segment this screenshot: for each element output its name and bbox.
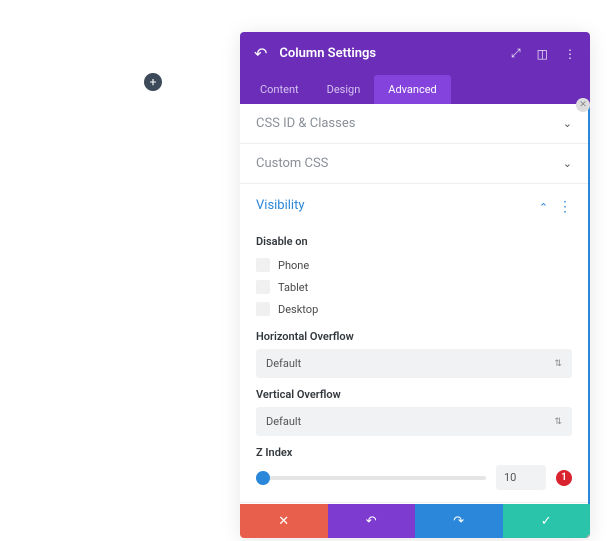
v-overflow-select[interactable]: Default ⇅ <box>256 407 572 436</box>
section-header-visibility[interactable]: Visibility ⌃ ⋮ <box>256 196 572 215</box>
checkbox-label: Desktop <box>278 303 318 316</box>
h-overflow-label: Horizontal Overflow <box>256 330 572 343</box>
tab-design[interactable]: Design <box>313 75 375 104</box>
select-value: Default <box>266 357 301 370</box>
checkbox-icon <box>256 280 270 294</box>
resize-handle[interactable] <box>578 526 590 538</box>
modal-body[interactable]: CSS ID & Classes ⌄ Custom CSS ⌄ Visibili… <box>240 104 590 504</box>
chevron-down-icon: ⌄ <box>563 157 572 170</box>
checkbox-icon <box>256 302 270 316</box>
chevron-up-icon: ⌃ <box>539 201 548 214</box>
checkbox-desktop[interactable]: Desktop <box>256 298 572 320</box>
z-index-slider[interactable] <box>256 476 486 480</box>
checkbox-tablet[interactable]: Tablet <box>256 276 572 298</box>
section-css-id: CSS ID & Classes ⌄ <box>240 104 588 144</box>
select-arrows-icon: ⇅ <box>554 417 562 427</box>
section-more-icon[interactable]: ⋮ <box>558 199 572 215</box>
section-header-css-id[interactable]: CSS ID & Classes ⌄ <box>256 116 572 131</box>
checkbox-label: Phone <box>278 259 309 272</box>
select-value: Default <box>266 415 301 428</box>
cancel-button[interactable]: ✕ <box>240 504 328 538</box>
section-label: Visibility <box>256 198 305 213</box>
back-icon[interactable]: ↶ <box>254 44 267 63</box>
undo-button[interactable]: ↶ <box>328 504 416 538</box>
annotation-badge: 1 <box>556 470 572 486</box>
disable-on-label: Disable on <box>256 235 572 248</box>
panel-icon[interactable]: ◫ <box>537 47 548 61</box>
visibility-content: Disable on Phone Tablet Desktop Horizont… <box>256 215 572 490</box>
modal-footer: ✕ ↶ ↷ ✓ <box>240 504 590 538</box>
tab-advanced[interactable]: Advanced <box>374 75 450 104</box>
checkbox-phone[interactable]: Phone <box>256 254 572 276</box>
h-overflow-select[interactable]: Default ⇅ <box>256 349 572 378</box>
slider-thumb[interactable] <box>256 471 270 485</box>
expand-icon[interactable]: ⤢ <box>511 46 521 61</box>
add-section-button[interactable]: + <box>144 73 162 91</box>
more-icon[interactable]: ⋮ <box>564 47 576 61</box>
z-index-input[interactable]: 10 <box>496 465 546 490</box>
section-custom-css: Custom CSS ⌄ <box>240 144 588 184</box>
save-button[interactable]: ✓ <box>503 504 591 538</box>
redo-button[interactable]: ↷ <box>415 504 503 538</box>
section-header-custom-css[interactable]: Custom CSS ⌄ <box>256 156 572 171</box>
section-label: CSS ID & Classes <box>256 116 355 131</box>
z-index-label: Z Index <box>256 446 572 459</box>
z-index-row: 10 1 <box>256 465 572 490</box>
modal-title: Column Settings <box>279 46 495 61</box>
modal-header: ↶ Column Settings ⤢ ◫ ⋮ <box>240 32 590 75</box>
section-visibility: Visibility ⌃ ⋮ Disable on Phone Tablet <box>240 184 588 503</box>
column-settings-modal: ✕ ↶ Column Settings ⤢ ◫ ⋮ Content Design… <box>240 32 590 538</box>
v-overflow-label: Vertical Overflow <box>256 388 572 401</box>
tab-content[interactable]: Content <box>246 75 313 104</box>
chevron-down-icon: ⌄ <box>563 117 572 130</box>
section-label: Custom CSS <box>256 156 328 171</box>
tab-bar: Content Design Advanced <box>240 75 590 104</box>
select-arrows-icon: ⇅ <box>554 359 562 369</box>
close-icon[interactable]: ✕ <box>576 98 590 112</box>
checkbox-label: Tablet <box>278 281 308 294</box>
checkbox-icon <box>256 258 270 272</box>
